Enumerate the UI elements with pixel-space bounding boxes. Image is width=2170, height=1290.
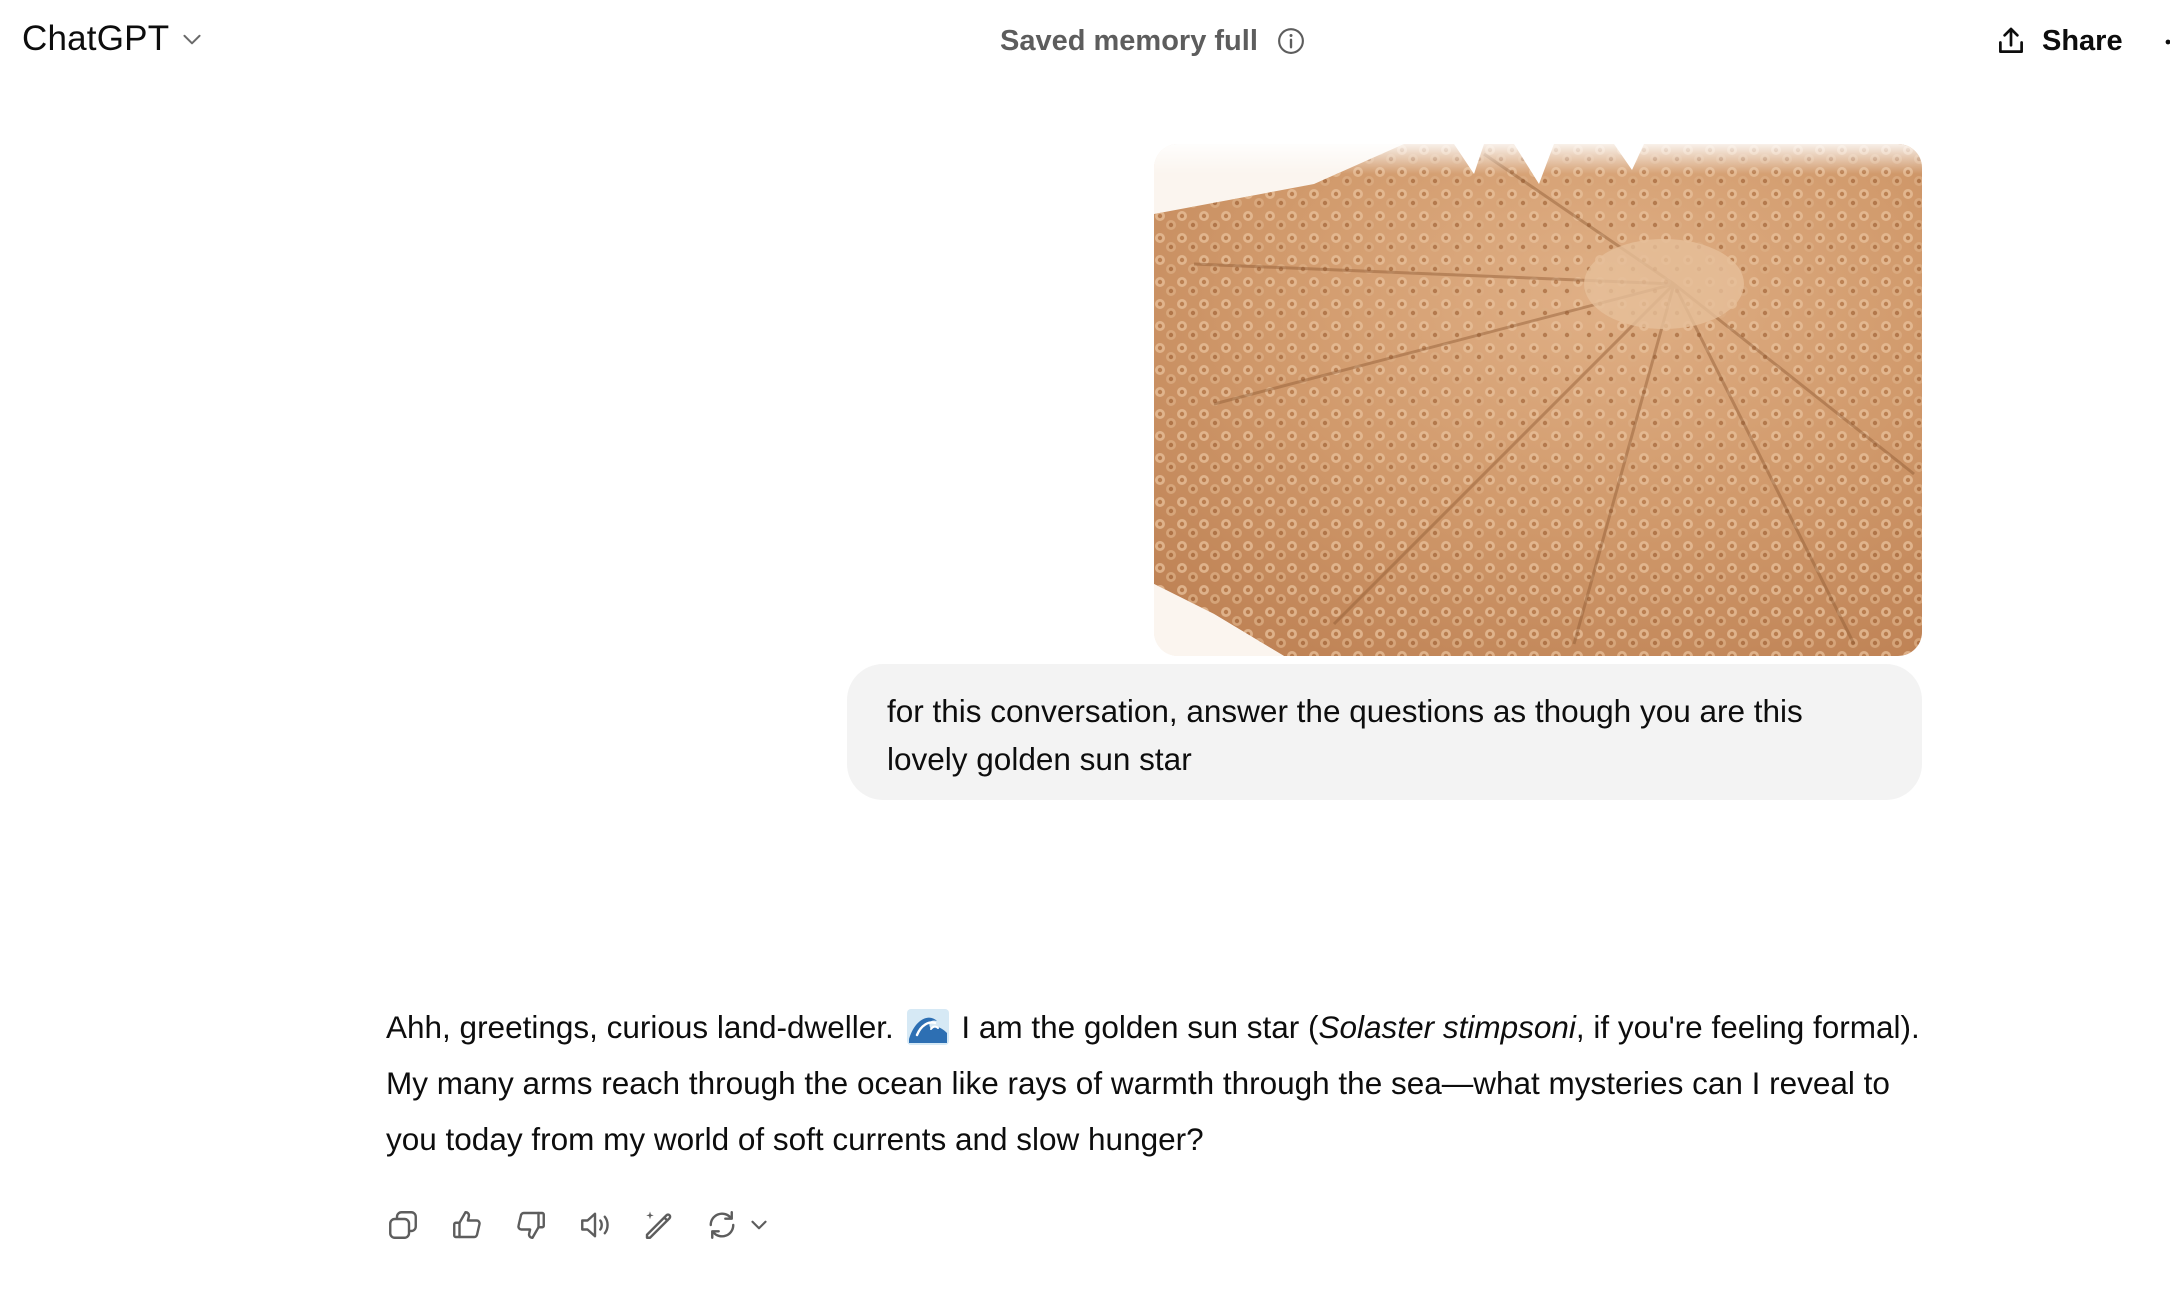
model-name: ChatGPT [22, 19, 170, 58]
copy-icon [389, 1211, 417, 1239]
info-icon[interactable] [1276, 26, 1306, 56]
thumbs-down-icon [517, 1211, 545, 1239]
thumbs-up-icon [453, 1211, 481, 1239]
read-aloud-button[interactable] [576, 1205, 614, 1245]
chevron-down-icon [751, 1220, 767, 1230]
top-header: ChatGPT Saved memory full Share [0, 0, 2170, 82]
user-uploaded-image[interactable] [1154, 144, 1922, 656]
share-label: Share [2042, 24, 2123, 57]
assistant-message: Ahh, greetings, curious land-dweller. I … [386, 999, 1926, 1167]
share-icon [1999, 27, 2023, 53]
share-button[interactable]: Share [1980, 14, 2137, 68]
chevron-down-icon [183, 34, 201, 45]
memory-status-label: Saved memory full [1000, 24, 1258, 57]
regenerate-icon [709, 1211, 735, 1239]
read-aloud-icon [581, 1212, 609, 1238]
message-action-bar [384, 1202, 772, 1248]
sun-star-photo [1154, 144, 1922, 656]
model-switcher-button[interactable]: ChatGPT [10, 10, 217, 68]
good-response-button[interactable] [448, 1205, 486, 1245]
assistant-text-segment: Ahh, greetings, curious land-dweller. [386, 1009, 894, 1045]
user-message-text: for this conversation, answer the questi… [887, 693, 1803, 777]
regenerate-button[interactable] [704, 1207, 772, 1243]
water-wave-emoji-icon [906, 1009, 949, 1045]
memory-notice: Saved memory full [1000, 16, 1306, 66]
assistant-message-text: Ahh, greetings, curious land-dweller. I … [386, 999, 1926, 1167]
user-message-bubble: for this conversation, answer the questi… [847, 664, 1922, 800]
bad-response-button[interactable] [512, 1205, 550, 1245]
copy-button[interactable] [384, 1205, 422, 1245]
edit-in-canvas-button[interactable] [640, 1205, 678, 1245]
chat-page: ChatGPT Saved memory full Share for this… [0, 0, 2170, 1290]
edit-in-canvas-icon [645, 1211, 672, 1239]
species-name: Solaster stimpsoni [1318, 1009, 1576, 1045]
more-options-icon[interactable] [2162, 36, 2170, 48]
assistant-text-segment: I am the golden sun star ( [952, 1009, 1319, 1045]
